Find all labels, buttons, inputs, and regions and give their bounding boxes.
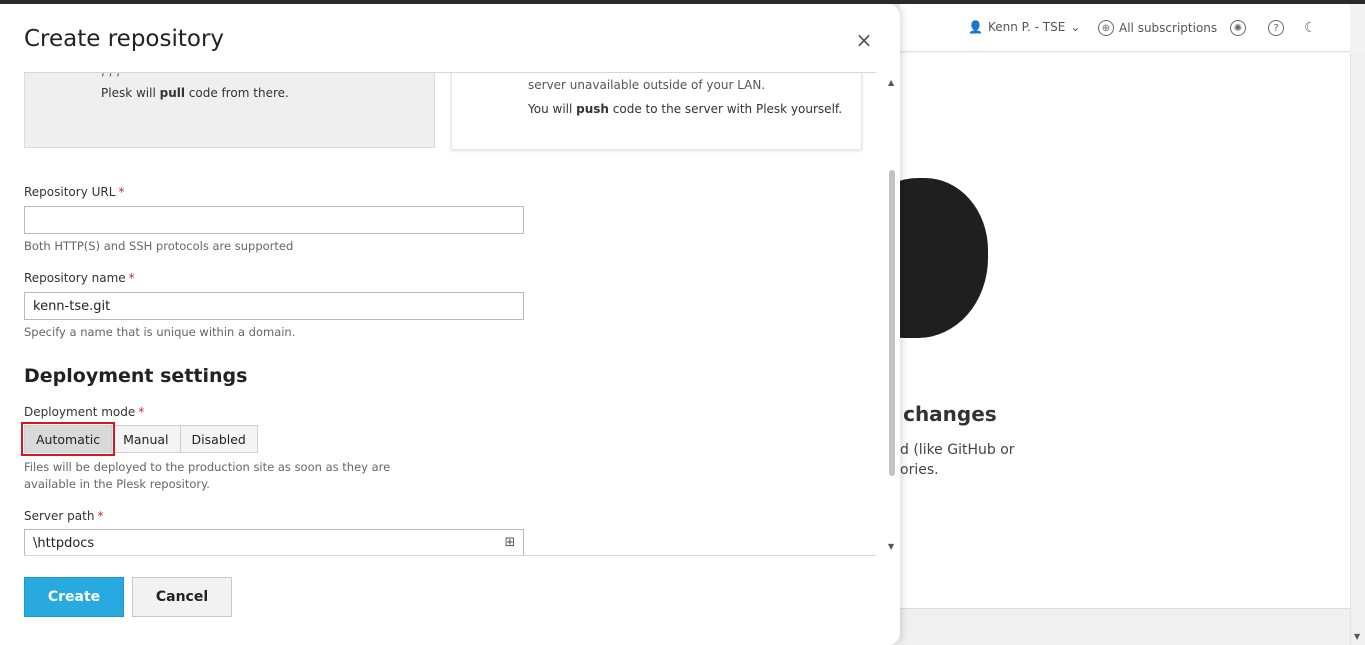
- scrollbar-thumb[interactable]: [889, 170, 895, 476]
- server-path-field: ⊞: [24, 529, 524, 556]
- background-main: [900, 53, 1350, 608]
- chevron-down-icon: ⌄: [1070, 20, 1081, 34]
- local-card-text-line2: You will push code to the server with Pl…: [528, 102, 843, 116]
- user-icon: 👤: [968, 20, 983, 34]
- dialog-body: , , , Plesk will pull code from there. s…: [0, 73, 884, 556]
- moon-icon: ☾: [1304, 20, 1317, 36]
- local-card-text-line1: server unavailable outside of your LAN.: [528, 78, 766, 92]
- theme-toggle-button[interactable]: ☾: [1304, 20, 1317, 36]
- extensions-icon: ✺: [1230, 20, 1246, 36]
- footer-divider: [24, 555, 876, 556]
- repository-name-label: Repository name *: [24, 271, 135, 285]
- deployment-mode-hint: Files will be deployed to the production…: [24, 460, 391, 491]
- scroll-down-icon[interactable]: ▼: [888, 542, 894, 551]
- subscriptions-menu[interactable]: ⊕ All subscriptions: [1098, 20, 1217, 36]
- remote-card-fragment: , , ,: [101, 73, 120, 78]
- cancel-button[interactable]: Cancel: [132, 577, 232, 617]
- scroll-up-icon[interactable]: ▲: [888, 78, 894, 87]
- dialog-scrollbar[interactable]: ▲ ▼: [886, 76, 898, 554]
- repository-url-hint: Both HTTP(S) and SSH protocols are suppo…: [24, 239, 294, 253]
- user-menu[interactable]: 👤 Kenn P. - TSE ⌄: [968, 20, 1080, 34]
- background-header: 👤 Kenn P. - TSE ⌄ ⊕ All subscriptions ✺ …: [900, 4, 1350, 52]
- required-mark: *: [97, 509, 104, 523]
- repository-url-label: Repository URL *: [24, 185, 125, 199]
- deployment-mode-label: Deployment mode *: [24, 405, 145, 419]
- required-mark: *: [118, 185, 125, 199]
- deployment-mode-selector: Automatic Manual Disabled: [20, 422, 258, 456]
- close-icon[interactable]: ×: [852, 28, 876, 52]
- required-mark: *: [128, 271, 135, 285]
- mode-disabled-button[interactable]: Disabled: [179, 425, 258, 453]
- mode-automatic-button[interactable]: Automatic: [20, 422, 116, 456]
- create-repository-dialog: Create repository × , , , Plesk will pul…: [0, 4, 900, 645]
- server-path-label: Server path *: [24, 509, 104, 523]
- scroll-down-icon[interactable]: ▼: [1354, 632, 1360, 641]
- background-footer: [900, 608, 1350, 645]
- user-label: Kenn P. - TSE: [987, 20, 1066, 34]
- page-scrollbar[interactable]: ▼: [1350, 53, 1365, 645]
- extensions-button[interactable]: ✺: [1230, 20, 1246, 36]
- mode-manual-button[interactable]: Manual: [111, 425, 181, 453]
- local-repository-card[interactable]: server unavailable outside of your LAN. …: [451, 73, 862, 150]
- empty-state-text-line2: ories.: [900, 462, 939, 478]
- folder-tree-icon[interactable]: ⊞: [500, 533, 520, 553]
- subscriptions-label: All subscriptions: [1119, 21, 1218, 35]
- repository-name-input[interactable]: [24, 292, 524, 320]
- help-button[interactable]: ?: [1268, 20, 1284, 36]
- globe-icon: ⊕: [1098, 20, 1114, 36]
- server-path-input[interactable]: [24, 529, 524, 556]
- create-button[interactable]: Create: [24, 577, 124, 617]
- empty-state-text: d (like GitHub or ories.: [900, 440, 1080, 480]
- deployment-settings-heading: Deployment settings: [24, 365, 248, 387]
- required-mark: *: [138, 405, 145, 419]
- help-icon: ?: [1268, 20, 1284, 36]
- empty-state-text-line1: d (like GitHub or: [900, 442, 1015, 458]
- repository-name-hint: Specify a name that is unique within a d…: [24, 325, 296, 339]
- remote-repository-card[interactable]: , , , Plesk will pull code from there.: [24, 73, 435, 148]
- repository-url-input[interactable]: [24, 206, 524, 234]
- dialog-title: Create repository: [24, 26, 225, 52]
- remote-card-text: Plesk will pull code from there.: [101, 86, 289, 100]
